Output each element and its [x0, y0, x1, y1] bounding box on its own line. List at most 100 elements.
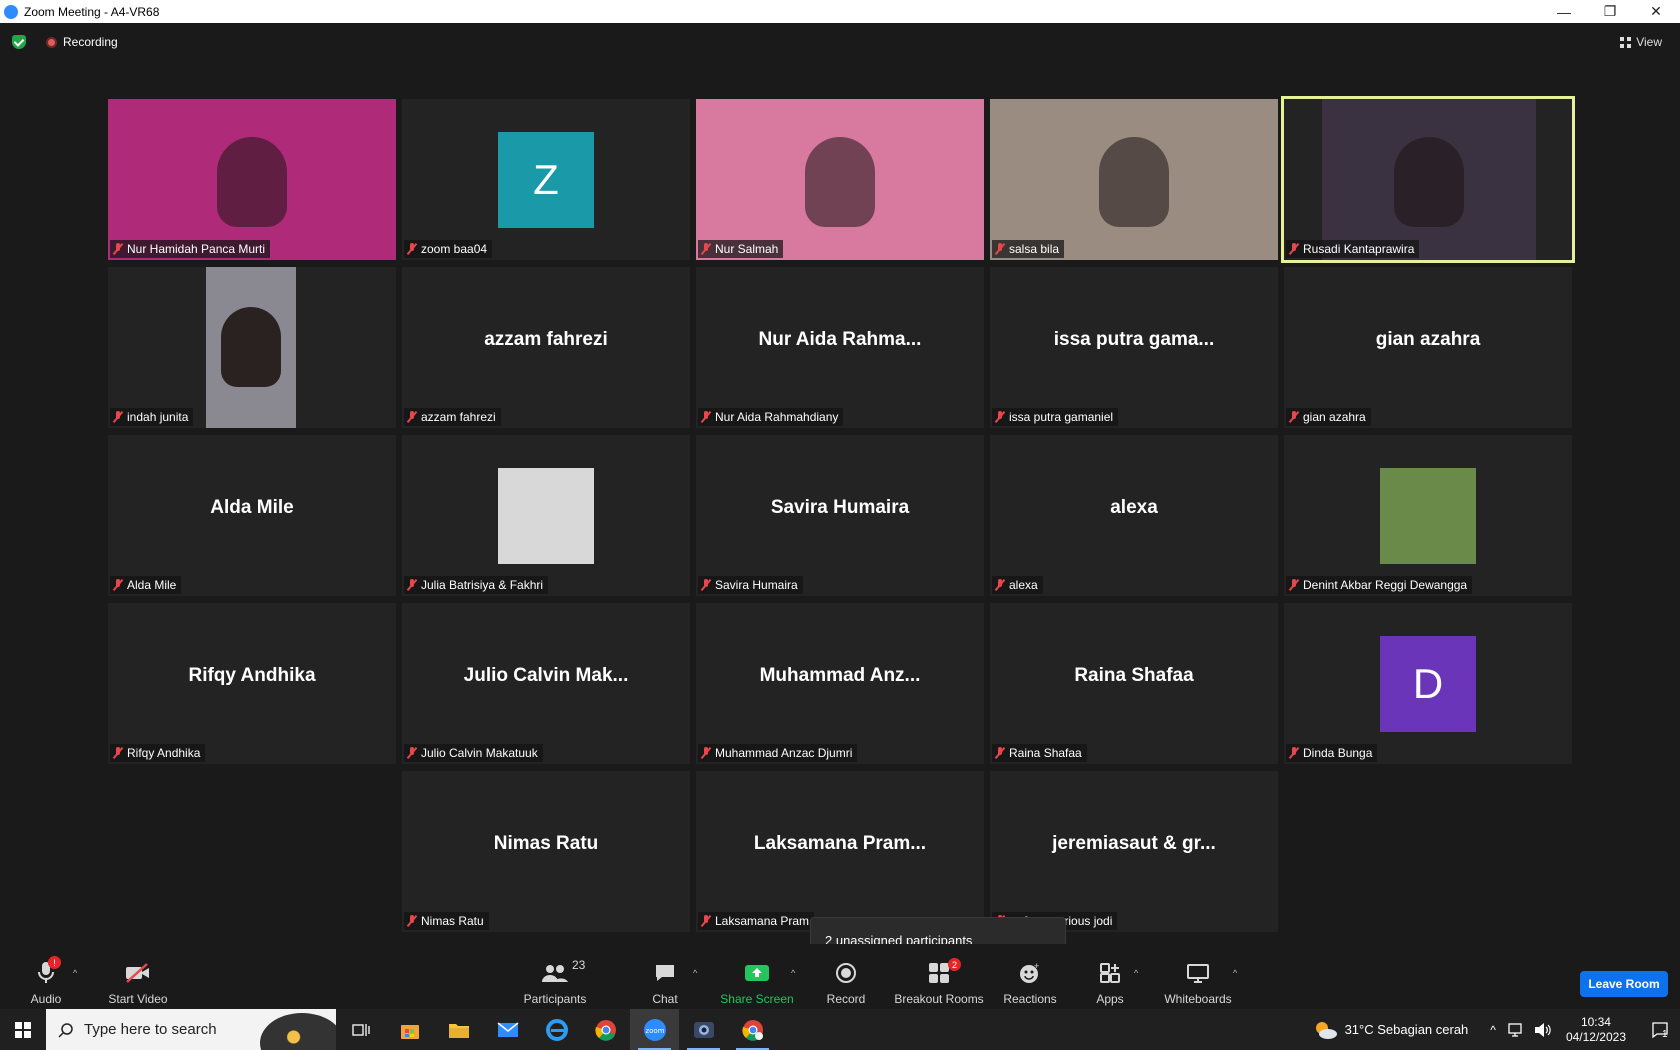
clock-date: 04/12/2023	[1565, 1029, 1626, 1044]
microsoft-store-icon[interactable]	[385, 1009, 434, 1050]
participant-tile[interactable]: Rusadi Kantaprawira	[1281, 96, 1575, 263]
participant-tile[interactable]: jeremiasaut & gr...ut & gregorious jodi	[990, 771, 1278, 932]
participant-tile[interactable]: Muhammad Anz... Muhammad Anzac Djumri	[696, 603, 984, 764]
system-tray: 31°C Sebagian cerah ^ 10:34 04/12/2023 1	[1313, 1009, 1680, 1050]
participant-tile[interactable]: Rifqy Andhika Rifqy Andhika	[108, 603, 396, 764]
mic-muted-icon	[113, 411, 123, 423]
participant-tile[interactable]: Nur Hamidah Panca Murti	[108, 99, 396, 260]
audio-options-caret-icon[interactable]: ^	[73, 968, 77, 978]
video-off-icon	[125, 960, 151, 986]
participant-tile[interactable]: indah junita	[108, 267, 396, 428]
apps-label: Apps	[1096, 992, 1124, 1006]
apps-icon	[1099, 960, 1121, 986]
show-hidden-icons-chevron-icon[interactable]: ^	[1490, 1023, 1496, 1037]
breakout-rooms-button[interactable]: 2 Breakout Rooms	[894, 944, 984, 1009]
participants-count: 23	[572, 958, 586, 972]
participant-name: zoom baa04	[421, 242, 488, 256]
participant-tile[interactable]: Denint Akbar Reggi Dewangga	[1284, 435, 1572, 596]
audio-button[interactable]: ! Audio	[26, 944, 66, 1009]
apps-button[interactable]: Apps	[1092, 944, 1128, 1009]
encryption-shield-icon[interactable]	[12, 35, 26, 49]
mic-muted-icon	[407, 915, 417, 927]
weather-widget[interactable]: 31°C Sebagian cerah	[1313, 1020, 1468, 1040]
mic-muted-icon	[113, 747, 123, 759]
participant-silhouette	[805, 137, 875, 227]
participant-tile[interactable]: Nur Aida Rahma... Nur Aida Rahmahdiany	[696, 267, 984, 428]
internet-explorer-icon[interactable]	[532, 1009, 581, 1050]
participant-name-tag: zoom baa04	[404, 240, 493, 258]
share-options-caret-icon[interactable]: ^	[791, 968, 795, 978]
start-video-button[interactable]: Start Video	[102, 944, 174, 1009]
network-icon[interactable]	[1508, 1022, 1526, 1038]
chat-button[interactable]: Chat	[645, 944, 685, 1009]
chrome-profile-icon[interactable]	[728, 1009, 777, 1050]
avatar-photo	[498, 468, 594, 564]
mic-muted-icon	[995, 747, 1005, 759]
recording-label: Recording	[63, 35, 118, 49]
share-screen-button[interactable]: Share Screen	[718, 944, 796, 1009]
windows-logo-icon	[15, 1021, 31, 1038]
volume-icon[interactable]	[1534, 1022, 1552, 1038]
participant-tile[interactable]: Nimas Ratu Nimas Ratu	[402, 771, 690, 932]
mic-muted-icon	[407, 579, 417, 591]
participant-name-tag: Savira Humaira	[698, 576, 803, 594]
task-view-icon[interactable]	[336, 1009, 385, 1050]
participant-tile[interactable]: Alda Mile Alda Mile	[108, 435, 396, 596]
leave-room-button[interactable]: Leave Room	[1580, 971, 1668, 997]
whiteboards-button[interactable]: Whiteboards	[1160, 944, 1236, 1009]
whiteboards-options-caret-icon[interactable]: ^	[1233, 968, 1237, 978]
participant-name-tag: issa putra gamaniel	[992, 408, 1119, 426]
minimize-icon[interactable]: —	[1541, 0, 1587, 23]
reactions-button[interactable]: + Reactions	[1002, 944, 1058, 1009]
mail-icon[interactable]	[483, 1009, 532, 1050]
file-explorer-icon[interactable]	[434, 1009, 483, 1050]
participant-display-name: alexa	[1110, 497, 1158, 518]
notification-center-button[interactable]: 1	[1640, 1009, 1680, 1050]
participant-tile[interactable]: Julio Calvin Mak... Julio Calvin Makatuuk	[402, 603, 690, 764]
mic-muted-icon	[407, 243, 417, 255]
taskbar-search-box[interactable]: Type here to search	[46, 1009, 336, 1050]
chat-options-caret-icon[interactable]: ^	[693, 968, 697, 978]
participant-tile[interactable]: Zzoom baa04	[402, 99, 690, 260]
view-button[interactable]: View	[1614, 32, 1668, 52]
participants-button[interactable]: 23 Participants	[520, 944, 590, 1009]
participant-display-name: Savira Humaira	[770, 497, 910, 518]
participant-tile[interactable]: issa putra gama... issa putra gamaniel	[990, 267, 1278, 428]
camera-app-icon[interactable]	[679, 1009, 728, 1050]
close-icon[interactable]: ✕	[1633, 0, 1679, 23]
participant-name-tag: Rusadi Kantaprawira	[1286, 240, 1420, 258]
participant-tile[interactable]: Laksamana Pram... Laksamana Pram	[696, 771, 984, 932]
microphone-icon: !	[36, 956, 61, 986]
participant-name: Nimas Ratu	[421, 914, 484, 928]
chat-label: Chat	[652, 992, 678, 1006]
participant-tile[interactable]: azzam fahrezi azzam fahrezi	[402, 267, 690, 428]
start-video-label: Start Video	[108, 992, 168, 1006]
whiteboard-icon	[1186, 960, 1210, 986]
participant-name: salsa bila	[1009, 242, 1060, 256]
participant-name: Rifqy Andhika	[127, 746, 201, 760]
zoom-taskbar-icon[interactable]: zoom	[630, 1009, 679, 1050]
participant-name: Raina Shafaa	[1009, 746, 1082, 760]
participant-tile[interactable]: Julia Batrisiya & Fakhri	[402, 435, 690, 596]
start-button[interactable]	[0, 1009, 46, 1050]
chrome-icon[interactable]	[581, 1009, 630, 1050]
restore-icon[interactable]: ❐	[1587, 0, 1633, 23]
participant-tile[interactable]: Raina Shafaa Raina Shafaa	[990, 603, 1278, 764]
participant-tile[interactable]: alexa alexa	[990, 435, 1278, 596]
participant-tile[interactable]: gian azahra gian azahra	[1284, 267, 1572, 428]
participant-name-tag: Julio Calvin Makatuuk	[404, 744, 543, 762]
participant-name-tag: Nimas Ratu	[404, 912, 489, 930]
participant-name: Nur Hamidah Panca Murti	[127, 242, 266, 256]
participant-silhouette	[1099, 137, 1169, 227]
apps-options-caret-icon[interactable]: ^	[1134, 968, 1138, 978]
mic-muted-icon	[701, 579, 711, 591]
participant-display-name: azzam fahrezi	[484, 329, 608, 350]
participant-tile[interactable]: Savira Humaira Savira Humaira	[696, 435, 984, 596]
participant-name: azzam fahrezi	[421, 410, 496, 424]
participant-tile[interactable]: salsa bila	[990, 99, 1278, 260]
participant-tile[interactable]: D Dinda Bunga	[1284, 603, 1572, 764]
clock[interactable]: 10:34 04/12/2023	[1566, 1015, 1626, 1045]
participant-tile[interactable]: Nur Salmah	[696, 99, 984, 260]
meeting-area: Recording View Nur Hamidah Panca Murti Zz…	[0, 23, 1680, 971]
record-button[interactable]: Record	[822, 944, 870, 1009]
